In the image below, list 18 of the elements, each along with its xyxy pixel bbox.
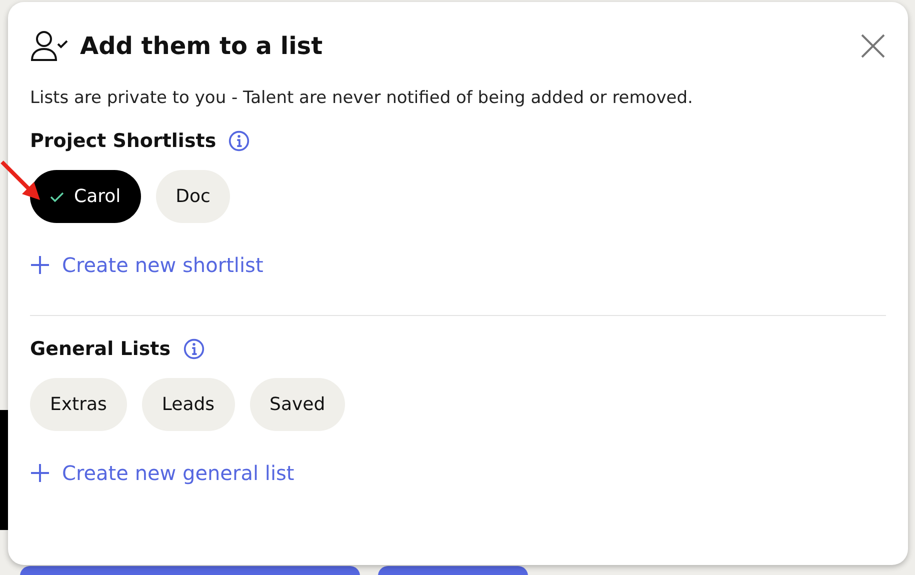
info-icon[interactable] [228,130,250,152]
list-chip[interactable]: Saved [250,378,346,431]
person-check-icon [30,30,68,62]
dialog-title: Add them to a list [80,32,323,60]
list-chip[interactable]: Extras [30,378,127,431]
section-title: Project Shortlists [30,130,216,152]
plus-icon [30,463,50,483]
list-chip[interactable]: Leads [142,378,235,431]
info-icon[interactable] [182,338,205,360]
dialog-description: Lists are private to you - Talent are never notified of being added or removed. [30,88,694,108]
plus-icon [30,255,50,275]
list-chip[interactable]: Doc [156,170,230,223]
create-list-link[interactable]: Create new shortlist [30,253,264,277]
section-title: General Lists [30,338,171,360]
list-chip[interactable]: Carol [30,170,141,223]
check-icon [50,190,64,202]
create-list-link[interactable]: Create new general list [30,461,294,485]
close-button[interactable] [860,33,886,59]
